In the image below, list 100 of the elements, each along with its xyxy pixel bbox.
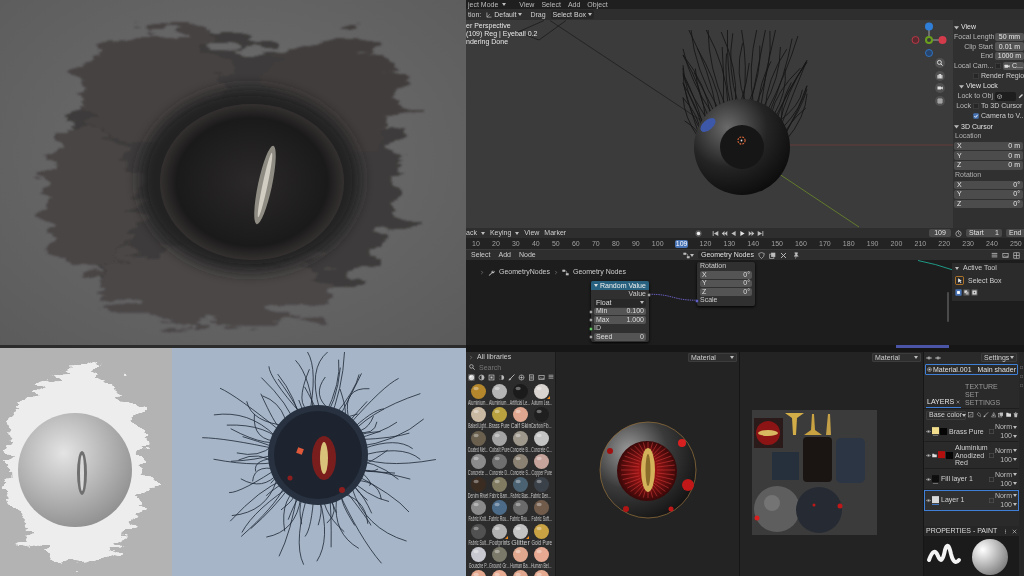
previous-keyframe-icon[interactable] <box>721 229 728 237</box>
mask-icon[interactable] <box>488 373 495 381</box>
material-thumbnail[interactable] <box>534 477 549 493</box>
material-thumbnail[interactable] <box>534 500 549 516</box>
material-thumbnail[interactable] <box>471 453 486 469</box>
object-field[interactable] <box>995 92 1016 101</box>
brush-icon[interactable] <box>983 412 989 418</box>
paint-layer-icon[interactable] <box>968 412 974 418</box>
eye-icon[interactable] <box>926 497 931 503</box>
eye-icon[interactable] <box>926 429 931 434</box>
material-thumbnail[interactable] <box>534 523 549 539</box>
list-view-icon[interactable] <box>991 251 998 259</box>
material-thumbnail[interactable] <box>492 453 507 469</box>
navigation-gizmo[interactable] <box>911 22 947 58</box>
jump-to-end-icon[interactable] <box>757 229 764 237</box>
record-icon[interactable] <box>695 229 702 237</box>
image-icon[interactable] <box>538 373 545 381</box>
material-thumbnail[interactable] <box>513 547 528 563</box>
caret-icon <box>1013 458 1017 462</box>
pin-icon[interactable] <box>792 251 799 259</box>
material-thumbnail[interactable] <box>492 500 507 516</box>
jump-to-start-icon[interactable] <box>712 229 719 237</box>
material-thumbnail[interactable] <box>513 453 528 469</box>
material-thumbnail[interactable] <box>513 500 528 516</box>
camera-icon <box>1004 62 1010 69</box>
half-circle-icon[interactable] <box>498 373 505 381</box>
grid-icon[interactable] <box>935 95 945 106</box>
list-view-icon[interactable] <box>548 374 554 380</box>
fill-layer-icon[interactable] <box>975 412 981 418</box>
material-thumbnail[interactable] <box>513 523 528 539</box>
material-thumbnail[interactable] <box>492 547 507 563</box>
eye-icon[interactable] <box>926 452 931 458</box>
grid-icon[interactable] <box>1013 251 1020 259</box>
caret-icon <box>1013 425 1017 429</box>
material-thumbnail[interactable] <box>471 500 486 516</box>
material-thumbnail[interactable] <box>534 547 549 563</box>
material-thumbnail[interactable] <box>492 384 507 399</box>
section-caret-icon[interactable] <box>954 24 959 30</box>
socket-icon[interactable] <box>695 298 699 303</box>
particle-icon[interactable] <box>518 373 525 381</box>
sphere-filter-icon[interactable] <box>468 373 475 381</box>
eye-icon[interactable] <box>935 354 941 361</box>
next-keyframe-icon[interactable] <box>748 229 755 237</box>
caret-icon <box>1013 434 1017 438</box>
material-thumbnail[interactable] <box>534 430 549 446</box>
material-thumbnail[interactable] <box>513 477 528 493</box>
material-thumbnail[interactable] <box>492 477 507 493</box>
image-icon[interactable] <box>1002 251 1009 259</box>
material-thumbnail[interactable] <box>513 407 528 423</box>
camera-icon[interactable] <box>935 83 945 93</box>
extend-selection-icon[interactable] <box>963 289 970 296</box>
material-thumbnail[interactable] <box>471 407 486 423</box>
material-sphere-preview <box>972 538 1008 576</box>
close-icon[interactable] <box>956 400 961 404</box>
select-box-tool-icon[interactable] <box>955 276 964 285</box>
material-thumbnail[interactable] <box>534 407 549 423</box>
brush-icon[interactable] <box>508 373 515 381</box>
material-thumbnail[interactable] <box>534 453 549 469</box>
material-thumbnail[interactable] <box>471 430 486 446</box>
tab-highlight <box>896 345 949 348</box>
subtract-selection-icon[interactable] <box>971 289 978 296</box>
material-thumbnail[interactable] <box>513 384 528 399</box>
chevron-icon <box>480 269 484 275</box>
trash-icon[interactable] <box>1013 412 1019 418</box>
smart-material-icon[interactable] <box>478 373 485 381</box>
material-thumbnail[interactable] <box>471 384 486 399</box>
close-icon[interactable] <box>780 251 787 259</box>
play-reverse-icon[interactable] <box>730 229 737 237</box>
effect-icon[interactable] <box>990 412 996 418</box>
checkbox[interactable] <box>973 112 979 119</box>
texture-icon[interactable] <box>528 373 535 381</box>
folder-icon[interactable] <box>932 452 937 458</box>
material-thumbnail[interactable] <box>471 477 486 493</box>
play-icon[interactable] <box>739 229 746 237</box>
section-caret-icon[interactable] <box>959 83 964 89</box>
zoom-icon[interactable] <box>935 58 945 68</box>
stopwatch-icon[interactable] <box>955 229 962 237</box>
shield-icon[interactable] <box>758 251 765 259</box>
panel-toggle-icon[interactable] <box>1020 375 1023 378</box>
hand-icon[interactable] <box>935 70 945 81</box>
scrollbar[interactable] <box>947 292 949 322</box>
new-selection-icon[interactable] <box>955 289 962 296</box>
material-thumbnail[interactable] <box>471 523 486 539</box>
eye-icon[interactable] <box>926 476 931 482</box>
folder-icon[interactable] <box>1005 412 1011 418</box>
material-thumbnail[interactable] <box>534 384 549 399</box>
eye-icon[interactable] <box>926 354 932 361</box>
material-thumbnail[interactable] <box>513 430 528 446</box>
section-caret-icon[interactable] <box>954 124 959 129</box>
copy-icon[interactable] <box>769 251 776 259</box>
material-thumbnail[interactable] <box>492 523 507 539</box>
panel-toggle-icon[interactable] <box>1020 366 1023 369</box>
eyedropper-icon[interactable] <box>1018 93 1024 100</box>
copy-icon[interactable] <box>998 412 1004 418</box>
panel-toggle-icon[interactable] <box>1020 384 1023 387</box>
material-thumbnail[interactable] <box>471 547 486 563</box>
material-thumbnail[interactable] <box>492 407 507 423</box>
material-thumbnail[interactable] <box>492 430 507 446</box>
node-tree-type-button[interactable] <box>683 251 694 259</box>
close-icon[interactable] <box>1012 528 1017 534</box>
